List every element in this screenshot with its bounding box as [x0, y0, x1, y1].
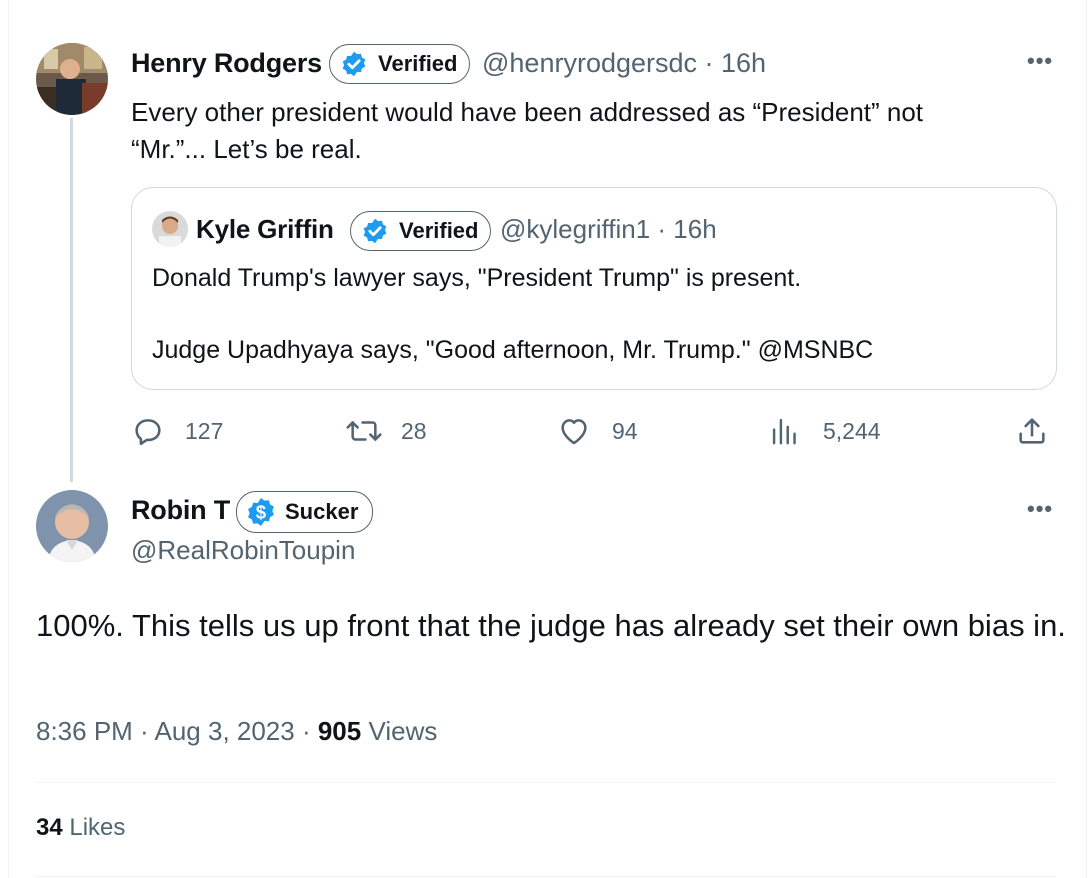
quote-author-handle-time[interactable]: @kylegriffin1 · 16h	[500, 214, 717, 245]
reply-count: 127	[185, 417, 224, 444]
badge-label: Verified	[378, 51, 458, 76]
reply-action[interactable]: 127	[131, 414, 223, 448]
reply-author-name[interactable]: Robin T	[131, 495, 230, 526]
likes-summary[interactable]: 34 Likes	[36, 814, 125, 842]
more-dots-icon[interactable]: •••	[1027, 48, 1053, 74]
henry-rodgers-avatar[interactable]	[36, 43, 108, 115]
svg-text:$: $	[256, 501, 267, 522]
quote-text-line-1: Donald Trump's lawyer says, "President T…	[152, 264, 802, 292]
badge-label: Verified	[399, 218, 479, 243]
reply-views-label: Views	[361, 716, 438, 746]
views-icon	[772, 418, 796, 445]
verified-badge[interactable]: Verified	[329, 44, 471, 84]
tweet-text-line-1: Every other president would have been ad…	[131, 97, 924, 127]
reply-text: 100%. This tells us up front that the ju…	[36, 608, 1066, 643]
reply-timestamp[interactable]: 8:36 PM · Aug 3, 2023 ·	[36, 716, 318, 746]
frame-border-right	[1086, 0, 1087, 878]
divider	[36, 876, 1056, 877]
sucker-badge[interactable]: $ Sucker	[236, 491, 374, 533]
views-action[interactable]: 5,244	[770, 414, 881, 448]
quote-text-line-2: Judge Upadhyaya says, "Good afternoon, M…	[152, 336, 874, 364]
frame-border-left	[8, 0, 9, 878]
dollar-icon: $	[248, 498, 274, 526]
repost-count: 28	[401, 417, 427, 444]
more-dots-icon[interactable]: •••	[1027, 496, 1053, 522]
share-action[interactable]	[1015, 414, 1049, 448]
reply-views-count: 905	[317, 716, 362, 746]
verified-check-icon	[342, 51, 366, 77]
heart-icon	[561, 419, 587, 445]
quote-author-name[interactable]: Kyle Griffin	[196, 214, 334, 245]
share-icon	[1019, 418, 1045, 444]
kyle-griffin-avatar[interactable]	[152, 211, 188, 247]
author-handle-time[interactable]: @henryrodgersdc · 16h	[482, 48, 766, 79]
repost-icon	[346, 421, 382, 441]
tweet-text-line-2: “Mr.”... Let’s be real.	[131, 134, 362, 164]
reply-meta: 8:36 PM · Aug 3, 2023 · 905 Views	[36, 716, 437, 747]
tweet-thread-page: Henry Rodgers Verified @henryrodgersdc ·…	[0, 0, 1092, 878]
repost-action[interactable]: 28	[345, 414, 427, 448]
verified-check-icon	[363, 218, 387, 244]
like-action[interactable]: 94	[557, 414, 638, 448]
divider	[36, 782, 1056, 783]
reply-icon	[135, 419, 161, 446]
likes-count: 34	[36, 814, 63, 841]
likes-label: Likes	[62, 814, 126, 841]
author-name[interactable]: Henry Rodgers	[131, 48, 322, 79]
views-count: 5,244	[823, 417, 881, 444]
reply-author-handle[interactable]: @RealRobinToupin	[131, 535, 355, 566]
quote-verified-badge[interactable]: Verified	[350, 211, 492, 251]
robin-t-avatar[interactable]	[36, 490, 108, 562]
badge-label: Sucker	[285, 499, 359, 524]
thread-connector-line	[70, 118, 73, 482]
like-count: 94	[612, 417, 638, 444]
